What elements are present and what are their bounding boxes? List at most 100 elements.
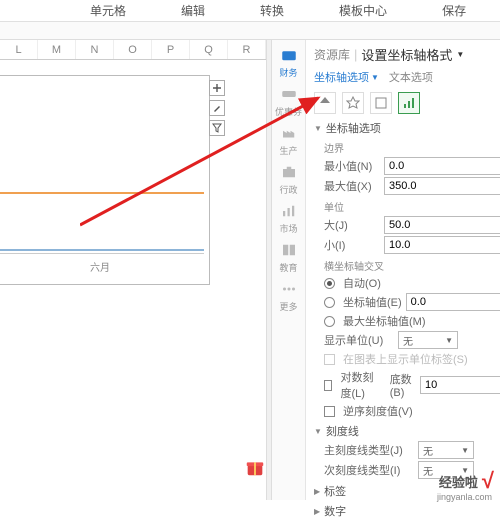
- brush-icon: [212, 103, 222, 113]
- max-input[interactable]: [384, 177, 500, 195]
- book-icon: [280, 241, 298, 259]
- menu-cell[interactable]: 单元格: [90, 2, 126, 19]
- min-label: 最小值(N): [324, 158, 380, 174]
- reverse-checkbox[interactable]: [324, 406, 335, 417]
- sidebar-market[interactable]: 市场: [274, 202, 304, 235]
- tab-axis-options[interactable]: 坐标轴选项▼: [314, 68, 379, 86]
- minor-tick-label: 次刻度线类型(I): [324, 462, 414, 478]
- menu-edit[interactable]: 编辑: [181, 2, 205, 19]
- menu-template[interactable]: 模板中心: [339, 2, 387, 19]
- menu-save[interactable]: 保存: [442, 2, 466, 19]
- reverse-label: 逆序刻度值(V): [343, 403, 413, 419]
- section-labels: 标签: [324, 483, 346, 499]
- cross-auto-label: 自动(O): [343, 275, 381, 291]
- toolbar-strip: [0, 22, 500, 40]
- chevron-right-icon[interactable]: ▶: [314, 507, 320, 516]
- chart-series-1: [0, 192, 204, 194]
- section-number: 数字: [324, 503, 346, 519]
- chevron-down-icon[interactable]: ▼: [314, 427, 322, 436]
- col-M[interactable]: M: [38, 40, 76, 59]
- axis-icon[interactable]: [398, 92, 420, 114]
- log-scale-checkbox[interactable]: [324, 380, 332, 391]
- bounds-header: 边界: [314, 140, 500, 155]
- wallet-icon: [280, 46, 298, 64]
- chart-add-button[interactable]: [209, 80, 225, 96]
- sidebar-label: 更多: [279, 300, 297, 313]
- log-base-label: 底数(B): [390, 371, 416, 399]
- filter-icon: [212, 123, 222, 133]
- menu-convert[interactable]: 转换: [260, 2, 284, 19]
- major-unit-label: 大(J): [324, 217, 380, 233]
- major-tick-select[interactable]: 无▼: [418, 441, 474, 459]
- cross-auto-radio[interactable]: [324, 278, 335, 289]
- min-input[interactable]: [384, 157, 500, 175]
- sidebar-edu[interactable]: 教育: [274, 241, 304, 274]
- col-Q[interactable]: Q: [190, 40, 228, 59]
- size-icon[interactable]: [370, 92, 392, 114]
- ticket-icon: [280, 85, 298, 103]
- sidebar-more[interactable]: 更多: [274, 280, 304, 313]
- fill-icon[interactable]: [314, 92, 336, 114]
- cross-header: 横坐标轴交叉: [314, 258, 500, 273]
- log-base-input[interactable]: [420, 376, 500, 394]
- chart-x-label: 六月: [90, 259, 110, 274]
- cross-value-radio[interactable]: [324, 297, 335, 308]
- chart-icon: [280, 202, 298, 220]
- chart-series-2: [0, 249, 204, 251]
- embedded-chart[interactable]: 六月: [0, 75, 210, 285]
- minor-unit-input[interactable]: [384, 236, 500, 254]
- panel-title: 设置坐标轴格式: [361, 45, 452, 64]
- column-headers: L M N O P Q R: [0, 40, 266, 60]
- cross-value-input[interactable]: [406, 293, 500, 311]
- format-axis-panel: 资源库 | 设置坐标轴格式 ▼ ✕ 坐标轴选项▼ 文本选项 ▼坐标轴选项 边界 …: [306, 40, 500, 500]
- col-O[interactable]: O: [114, 40, 152, 59]
- cross-max-radio[interactable]: [324, 316, 335, 327]
- sidebar-produce[interactable]: 生产: [274, 124, 304, 157]
- watermark-site: jingyanla.com: [437, 492, 492, 502]
- watermark: 经验啦 √: [439, 468, 494, 494]
- max-label: 最大值(X): [324, 178, 380, 194]
- display-unit-select[interactable]: 无▼: [398, 331, 458, 349]
- chart-filter-button[interactable]: [209, 120, 225, 136]
- major-tick-label: 主刻度线类型(J): [324, 442, 414, 458]
- sidebar-admin[interactable]: 行政: [274, 163, 304, 196]
- factory-icon: [280, 124, 298, 142]
- display-unit-label: 显示单位(U): [324, 332, 394, 348]
- col-N[interactable]: N: [76, 40, 114, 59]
- chevron-down-icon[interactable]: ▼: [314, 124, 322, 133]
- major-unit-input[interactable]: [384, 216, 500, 234]
- cross-value-label: 坐标轴值(E): [343, 294, 402, 310]
- tab-text-options[interactable]: 文本选项: [389, 68, 433, 86]
- sidebar-label: 行政: [279, 183, 297, 196]
- section-ticks: 刻度线: [326, 423, 359, 439]
- watermark-text: 经验啦: [439, 472, 478, 491]
- chart-plot: [0, 151, 204, 254]
- resource-library[interactable]: 资源库: [314, 46, 350, 63]
- cross-max-label: 最大坐标轴值(M): [343, 313, 426, 329]
- panel-title-caret-icon[interactable]: ▼: [456, 50, 464, 59]
- gift-icon[interactable]: [244, 456, 266, 478]
- sidebar-label: 优惠券: [275, 105, 302, 118]
- show-unit-label-text: 在图表上显示单位标签(S): [343, 351, 468, 367]
- col-R[interactable]: R: [228, 40, 266, 59]
- axis-icon-row: [314, 92, 500, 114]
- sidebar-label: 财务: [279, 66, 297, 79]
- show-unit-label-checkbox: [324, 354, 335, 365]
- sidebar-coupon[interactable]: 优惠券: [274, 85, 304, 118]
- sidebar-label: 市场: [279, 222, 297, 235]
- section-axis-options: 坐标轴选项: [326, 120, 381, 136]
- chart-style-button[interactable]: [209, 100, 225, 116]
- col-L[interactable]: L: [0, 40, 38, 59]
- check-icon: √: [482, 468, 494, 494]
- sidebar-finance[interactable]: 财务: [274, 46, 304, 79]
- briefcase-icon: [280, 163, 298, 181]
- sidebar-label: 生产: [279, 144, 297, 157]
- minor-unit-label: 小(I): [324, 237, 380, 253]
- spreadsheet-area[interactable]: L M N O P Q R 六月: [0, 40, 266, 500]
- units-header: 单位: [314, 199, 500, 214]
- effects-icon[interactable]: [342, 92, 364, 114]
- sidebar-label: 教育: [279, 261, 297, 274]
- col-P[interactable]: P: [152, 40, 190, 59]
- log-scale-label: 对数刻度(L): [340, 369, 381, 401]
- chevron-right-icon[interactable]: ▶: [314, 487, 320, 496]
